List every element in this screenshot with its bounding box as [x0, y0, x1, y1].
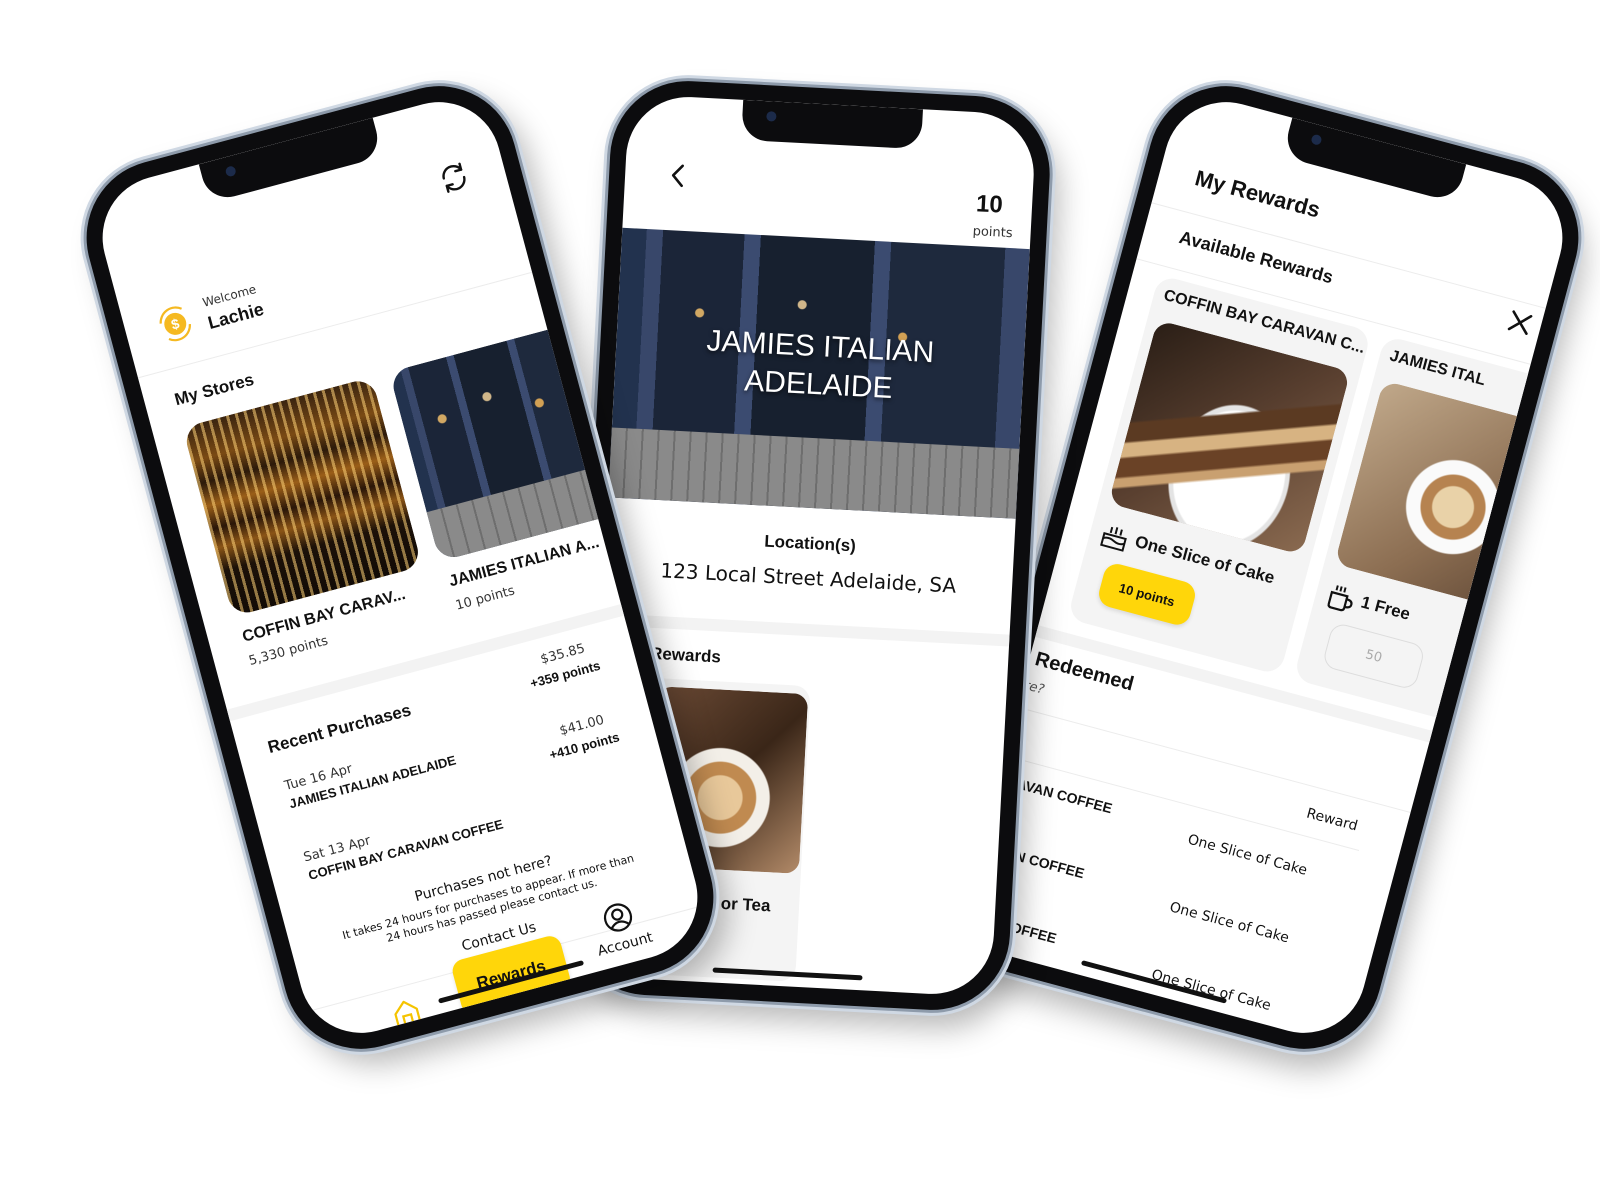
points-label: points [972, 224, 1013, 242]
purchase-points: +359 points [528, 657, 602, 691]
store-photo [182, 376, 423, 617]
close-icon[interactable] [1502, 304, 1539, 341]
reward-points-label: 50 [1363, 646, 1384, 666]
phone-notch [741, 99, 923, 150]
phone-notch [1281, 117, 1467, 203]
store-address: 123 Local Street Adelaide, SA [659, 558, 957, 598]
coin-exchange-icon: $ [151, 299, 201, 352]
points-value: 10 [975, 190, 1004, 219]
rewards-section-title: Rewards [649, 643, 722, 667]
redeemed-reward: One Slice of Cake [1185, 831, 1309, 879]
reward-name: 1 Free [1358, 592, 1413, 624]
cake-icon [1095, 519, 1133, 560]
available-rewards-title: Available Rewards [1177, 226, 1336, 288]
reward-column-header: Reward [1304, 805, 1360, 835]
my-rewards-screen: My Rewards Available Rewards COFFIN BAY … [953, 88, 1577, 1047]
redeem-points-button[interactable]: 50 [1321, 621, 1427, 691]
section-divider [601, 613, 1010, 647]
back-chevron-icon[interactable] [664, 160, 692, 195]
phone-notch [198, 117, 384, 203]
nav-home-label: Home [392, 1025, 434, 1047]
cake-photo [1108, 319, 1351, 556]
my-rewards-title: My Rewards [1192, 165, 1323, 223]
purchase-points: +410 points [547, 729, 622, 763]
redeemed-reward-partial: One Slice of Ca [1133, 1029, 1240, 1047]
redeem-points-button[interactable]: 10 points [1095, 560, 1199, 628]
home-icon [388, 994, 426, 1035]
redeemed-reward: One Slice of Cake [1149, 966, 1273, 1015]
coffee-photo [1334, 380, 1577, 616]
store-photo: JAMIES ITALIAN ADELAIDE [608, 227, 1030, 519]
refresh-icon[interactable] [433, 157, 476, 203]
section-divider [583, 994, 990, 998]
redeemed-reward: One Slice of Cake [1167, 899, 1291, 947]
store-photo [389, 321, 630, 562]
coffee-cup-icon [1321, 579, 1359, 620]
reward-store-name: JAMIES ITAL [1387, 347, 1488, 390]
my-stores-title: My Stores [172, 369, 256, 410]
